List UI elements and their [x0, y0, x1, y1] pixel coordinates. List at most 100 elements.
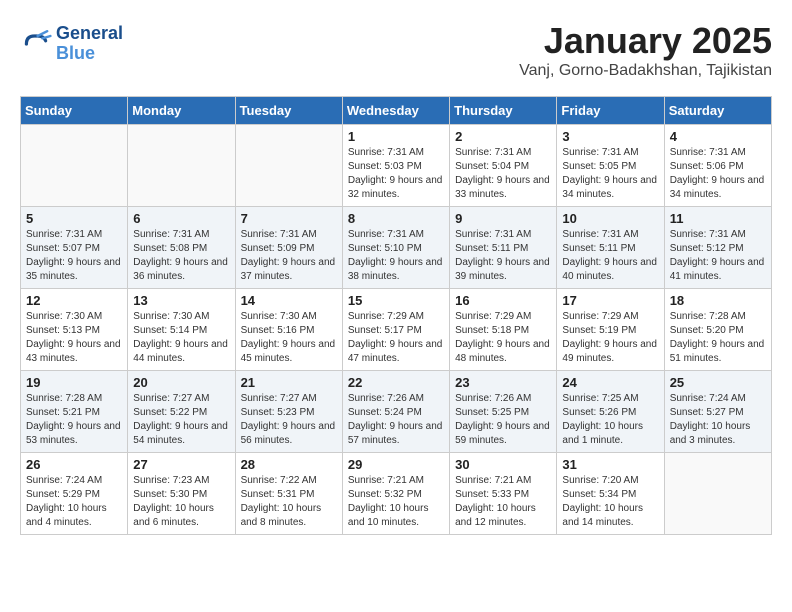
day-number: 3: [562, 129, 658, 144]
calendar-cell: 29 Sunrise: 7:21 AM Sunset: 5:32 PM Dayli…: [342, 453, 449, 535]
calendar-cell: 17 Sunrise: 7:29 AM Sunset: 5:19 PM Dayli…: [557, 289, 664, 371]
calendar-cell: 8 Sunrise: 7:31 AM Sunset: 5:10 PM Daylig…: [342, 207, 449, 289]
day-number: 2: [455, 129, 551, 144]
day-info: Sunrise: 7:31 AM Sunset: 5:04 PM Dayligh…: [455, 146, 551, 202]
calendar-cell: 15 Sunrise: 7:29 AM Sunset: 5:17 PM Dayli…: [342, 289, 449, 371]
day-number: 10: [562, 211, 658, 226]
day-number: 15: [348, 293, 444, 308]
calendar-cell: 5Sunrise: 7:31 AM Sunset: 5:07 PM Daylig…: [21, 207, 128, 289]
logo-text: General Blue: [56, 24, 123, 64]
calendar-subtitle: Vanj, Gorno-Badakhshan, Tajikistan: [20, 62, 772, 80]
day-info: Sunrise: 7:28 AM Sunset: 5:20 PM Dayligh…: [670, 310, 766, 366]
day-number: 29: [348, 457, 444, 472]
day-info: Sunrise: 7:20 AM Sunset: 5:34 PM Dayligh…: [562, 474, 658, 530]
day-info: Sunrise: 7:27 AM Sunset: 5:22 PM Dayligh…: [133, 392, 229, 448]
week-row-5: 26Sunrise: 7:24 AM Sunset: 5:29 PM Dayli…: [21, 453, 772, 535]
calendar-cell: 19 Sunrise: 7:28 AM Sunset: 5:21 PM Dayli…: [21, 371, 128, 453]
day-number: 31: [562, 457, 658, 472]
logo: General Blue: [20, 24, 123, 64]
day-number: 11: [670, 211, 766, 226]
day-info: Sunrise: 7:30 AM Sunset: 5:14 PM Dayligh…: [133, 310, 229, 366]
calendar-cell: 21Sunrise: 7:27 AM Sunset: 5:23 PM Dayli…: [235, 371, 342, 453]
calendar-table: SundayMondayTuesdayWednesdayThursdayFrid…: [20, 96, 772, 535]
week-row-4: 19 Sunrise: 7:28 AM Sunset: 5:21 PM Dayli…: [21, 371, 772, 453]
calendar-cell: 20 Sunrise: 7:27 AM Sunset: 5:22 PM Dayli…: [128, 371, 235, 453]
calendar-cell: [21, 125, 128, 207]
day-number: 7: [241, 211, 337, 226]
day-number: 25: [670, 375, 766, 390]
day-number: 5: [26, 211, 122, 226]
day-info: Sunrise: 7:21 AM Sunset: 5:33 PM Dayligh…: [455, 474, 551, 530]
day-info: Sunrise: 7:23 AM Sunset: 5:30 PM Dayligh…: [133, 474, 229, 530]
calendar-cell: 22 Sunrise: 7:26 AM Sunset: 5:24 PM Dayli…: [342, 371, 449, 453]
day-number: 14: [241, 293, 337, 308]
day-number: 16: [455, 293, 551, 308]
day-number: 27: [133, 457, 229, 472]
day-number: 13: [133, 293, 229, 308]
calendar-cell: 3 Sunrise: 7:31 AM Sunset: 5:05 PM Daylig…: [557, 125, 664, 207]
calendar-cell: 2 Sunrise: 7:31 AM Sunset: 5:04 PM Daylig…: [450, 125, 557, 207]
calendar-cell: 28 Sunrise: 7:22 AM Sunset: 5:31 PM Dayli…: [235, 453, 342, 535]
calendar-cell: 9 Sunrise: 7:31 AM Sunset: 5:11 PM Daylig…: [450, 207, 557, 289]
day-info: Sunrise: 7:26 AM Sunset: 5:25 PM Dayligh…: [455, 392, 551, 448]
day-number: 9: [455, 211, 551, 226]
day-info: Sunrise: 7:29 AM Sunset: 5:18 PM Dayligh…: [455, 310, 551, 366]
calendar-cell: 24 Sunrise: 7:25 AM Sunset: 5:26 PM Dayli…: [557, 371, 664, 453]
day-number: 24: [562, 375, 658, 390]
day-info: Sunrise: 7:25 AM Sunset: 5:26 PM Dayligh…: [562, 392, 658, 448]
calendar-cell: [235, 125, 342, 207]
day-number: 28: [241, 457, 337, 472]
calendar-cell: 23Sunrise: 7:26 AM Sunset: 5:25 PM Dayli…: [450, 371, 557, 453]
calendar-cell: 27 Sunrise: 7:23 AM Sunset: 5:30 PM Dayli…: [128, 453, 235, 535]
day-number: 6: [133, 211, 229, 226]
day-info: Sunrise: 7:31 AM Sunset: 5:09 PM Dayligh…: [241, 228, 337, 284]
day-info: Sunrise: 7:26 AM Sunset: 5:24 PM Dayligh…: [348, 392, 444, 448]
page-header: General Blue January 2025 Vanj, Gorno-Ba…: [20, 20, 772, 88]
day-number: 20: [133, 375, 229, 390]
week-row-1: 1Sunrise: 7:31 AM Sunset: 5:03 PM Daylig…: [21, 125, 772, 207]
calendar-cell: 6 Sunrise: 7:31 AM Sunset: 5:08 PM Daylig…: [128, 207, 235, 289]
day-number: 8: [348, 211, 444, 226]
weekday-header-friday: Friday: [557, 97, 664, 125]
day-info: Sunrise: 7:24 AM Sunset: 5:27 PM Dayligh…: [670, 392, 766, 448]
calendar-cell: 4Sunrise: 7:31 AM Sunset: 5:06 PM Daylig…: [664, 125, 771, 207]
day-info: Sunrise: 7:31 AM Sunset: 5:03 PM Dayligh…: [348, 146, 444, 202]
day-info: Sunrise: 7:31 AM Sunset: 5:06 PM Dayligh…: [670, 146, 766, 202]
calendar-cell: 11 Sunrise: 7:31 AM Sunset: 5:12 PM Dayli…: [664, 207, 771, 289]
day-number: 26: [26, 457, 122, 472]
day-info: Sunrise: 7:28 AM Sunset: 5:21 PM Dayligh…: [26, 392, 122, 448]
calendar-cell: 16 Sunrise: 7:29 AM Sunset: 5:18 PM Dayli…: [450, 289, 557, 371]
calendar-cell: 14 Sunrise: 7:30 AM Sunset: 5:16 PM Dayli…: [235, 289, 342, 371]
day-info: Sunrise: 7:31 AM Sunset: 5:10 PM Dayligh…: [348, 228, 444, 284]
calendar-cell: 25 Sunrise: 7:24 AM Sunset: 5:27 PM Dayli…: [664, 371, 771, 453]
weekday-header-row: SundayMondayTuesdayWednesdayThursdayFrid…: [21, 97, 772, 125]
day-number: 18: [670, 293, 766, 308]
weekday-header-wednesday: Wednesday: [342, 97, 449, 125]
calendar-cell: 31 Sunrise: 7:20 AM Sunset: 5:34 PM Dayli…: [557, 453, 664, 535]
day-info: Sunrise: 7:29 AM Sunset: 5:19 PM Dayligh…: [562, 310, 658, 366]
day-number: 12: [26, 293, 122, 308]
calendar-cell: 7 Sunrise: 7:31 AM Sunset: 5:09 PM Daylig…: [235, 207, 342, 289]
logo-icon: [20, 28, 52, 60]
weekday-header-tuesday: Tuesday: [235, 97, 342, 125]
calendar-cell: 1Sunrise: 7:31 AM Sunset: 5:03 PM Daylig…: [342, 125, 449, 207]
calendar-cell: 30Sunrise: 7:21 AM Sunset: 5:33 PM Dayli…: [450, 453, 557, 535]
week-row-3: 12Sunrise: 7:30 AM Sunset: 5:13 PM Dayli…: [21, 289, 772, 371]
day-info: Sunrise: 7:31 AM Sunset: 5:12 PM Dayligh…: [670, 228, 766, 284]
calendar-header: January 2025 Vanj, Gorno-Badakhshan, Taj…: [20, 20, 772, 80]
day-number: 22: [348, 375, 444, 390]
day-info: Sunrise: 7:31 AM Sunset: 5:11 PM Dayligh…: [455, 228, 551, 284]
day-info: Sunrise: 7:29 AM Sunset: 5:17 PM Dayligh…: [348, 310, 444, 366]
calendar-cell: 13 Sunrise: 7:30 AM Sunset: 5:14 PM Dayli…: [128, 289, 235, 371]
day-info: Sunrise: 7:22 AM Sunset: 5:31 PM Dayligh…: [241, 474, 337, 530]
day-number: 21: [241, 375, 337, 390]
weekday-header-monday: Monday: [128, 97, 235, 125]
day-number: 19: [26, 375, 122, 390]
day-number: 17: [562, 293, 658, 308]
day-info: Sunrise: 7:21 AM Sunset: 5:32 PM Dayligh…: [348, 474, 444, 530]
calendar-cell: 12Sunrise: 7:30 AM Sunset: 5:13 PM Dayli…: [21, 289, 128, 371]
calendar-cell: 26Sunrise: 7:24 AM Sunset: 5:29 PM Dayli…: [21, 453, 128, 535]
day-info: Sunrise: 7:30 AM Sunset: 5:16 PM Dayligh…: [241, 310, 337, 366]
day-info: Sunrise: 7:31 AM Sunset: 5:08 PM Dayligh…: [133, 228, 229, 284]
day-info: Sunrise: 7:31 AM Sunset: 5:05 PM Dayligh…: [562, 146, 658, 202]
